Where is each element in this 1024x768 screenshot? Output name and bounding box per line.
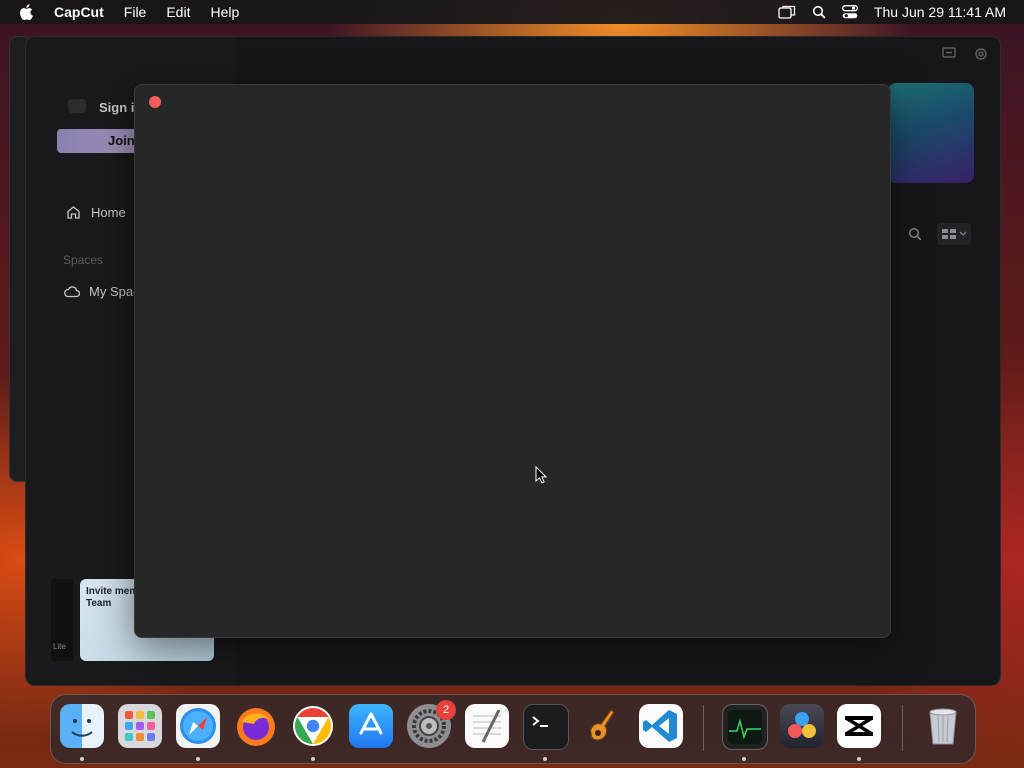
menu-clock[interactable]: Thu Jun 29 11:41 AM [874,4,1006,20]
promo-thumbnail-label: Lite [53,642,66,651]
dock-garageband-icon[interactable] [581,704,625,748]
settings-gear-icon[interactable] [974,47,988,64]
dock-running-dot [543,757,547,761]
search-icon[interactable] [908,227,922,246]
modal-dialog [134,84,891,638]
dock-running-dot [857,757,861,761]
mouse-cursor-icon [535,465,548,489]
dock-davinci-resolve-icon[interactable] [780,704,824,748]
dock-capcut-icon[interactable] [837,704,881,748]
notification-badge: 2 [436,700,456,720]
promo-banner[interactable] [888,83,974,183]
apple-icon[interactable] [18,3,34,21]
dock-running-dot [742,757,746,761]
dock-trash-icon[interactable] [921,704,965,748]
join-button-label: Join [108,133,135,148]
dock-separator [703,705,704,751]
control-center-icon[interactable] [841,5,858,19]
dock-vscode-icon[interactable] [639,704,683,748]
view-mode-toggle[interactable] [937,223,971,245]
dock-running-dot [196,757,200,761]
menu-app-name[interactable]: CapCut [54,4,104,20]
promo-thumbnail[interactable]: Lite [51,579,73,661]
dock-terminal-icon[interactable] [523,704,569,750]
dock-app-store-icon[interactable] [349,704,393,748]
feedback-icon[interactable] [942,47,956,63]
grid-view-icon [942,229,967,239]
dock-separator [902,705,903,751]
cloud-icon [64,286,80,298]
screen-mirroring-icon[interactable] [778,5,796,19]
dock-activity-monitor-icon[interactable] [722,704,768,750]
home-icon [67,206,80,219]
sidebar-item-label: Home [91,205,126,220]
spotlight-search-icon[interactable] [812,5,826,19]
modal-close-button[interactable] [149,96,161,108]
dock-launchpad-icon[interactable] [118,704,162,748]
spaces-section-label: Spaces [63,253,104,267]
dock-chrome-icon[interactable] [291,704,335,748]
dock-textedit-icon[interactable] [465,704,509,748]
menu-file[interactable]: File [124,4,147,20]
dock [50,694,976,764]
menu-help[interactable]: Help [210,4,239,20]
capcut-logo-icon [68,99,86,113]
dock-firefox-icon[interactable] [234,704,278,748]
dock-running-dot [80,757,84,761]
menu-bar: CapCut File Edit Help Thu Jun 29 11:41 A… [0,0,1024,24]
sidebar-item-home[interactable]: Home [66,205,126,220]
dock-running-dot [311,757,315,761]
menu-edit[interactable]: Edit [166,4,190,20]
dock-finder-icon[interactable] [60,704,104,748]
dock-safari-icon[interactable] [176,704,220,748]
